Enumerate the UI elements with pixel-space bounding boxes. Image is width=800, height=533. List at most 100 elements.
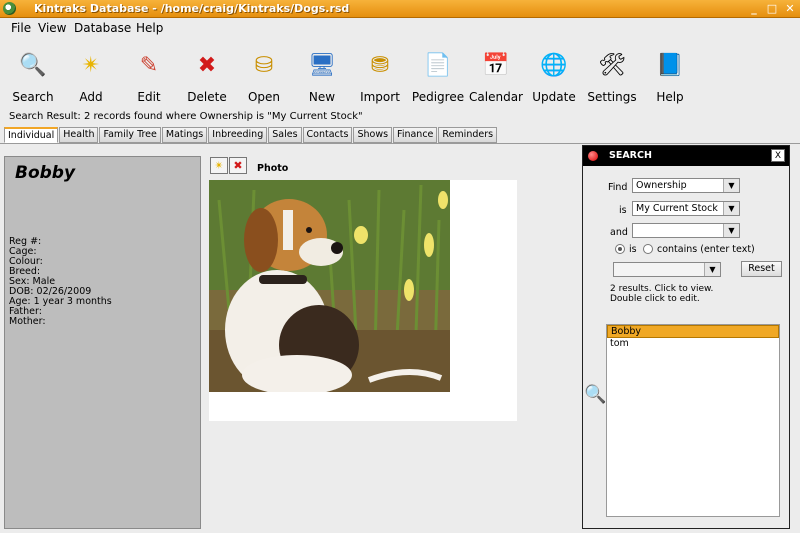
import-button[interactable]: ⛃ Import <box>351 50 409 105</box>
calendar-icon: 📅 <box>482 52 510 78</box>
results-hint: 2 results. Click to view. Double click t… <box>610 284 713 304</box>
radio-contains[interactable] <box>643 244 653 254</box>
find-label: Find <box>608 182 628 193</box>
chevron-down-icon: ▼ <box>723 179 739 192</box>
tab-sales[interactable]: Sales <box>268 127 302 143</box>
pedigree-label: Pedigree <box>411 90 465 104</box>
radio-is[interactable] <box>615 244 625 254</box>
results-hint-line2: Double click to edit. <box>610 294 700 304</box>
chevron-down-icon: ▼ <box>723 202 739 215</box>
menu-file[interactable]: File <box>11 21 31 35</box>
update-button[interactable]: 🌐 Update <box>525 50 583 105</box>
sparkle-icon: ✴ <box>81 52 101 78</box>
menu-bar: File View Database Help <box>0 18 800 38</box>
tab-individual[interactable]: Individual <box>4 127 59 143</box>
settings-label: Settings <box>587 90 637 104</box>
import-coins-icon: ⛃ <box>370 52 390 78</box>
find-field-select[interactable]: Ownership ▼ <box>632 178 740 193</box>
help-button[interactable]: 📘 Help <box>641 50 699 105</box>
calendar-label: Calendar <box>469 90 523 104</box>
delete-button[interactable]: ✖ Delete <box>178 50 236 105</box>
pedigree-button[interactable]: 📄 Pedigree <box>409 50 467 105</box>
record-fields: Reg #: Cage: Colour: Breed: Sex: Male DO… <box>9 237 112 327</box>
update-label: Update <box>532 90 576 104</box>
field-mother: Mother: <box>9 316 46 327</box>
coins-icon: ⛁ <box>254 52 274 78</box>
close-button[interactable]: ✕ <box>783 2 797 16</box>
window-title: Kintraks Database - /home/craig/Kintraks… <box>34 2 350 15</box>
pencil-icon: ✎ <box>139 52 159 78</box>
delete-photo-button[interactable]: ✖ <box>229 157 247 174</box>
globe-icon: 🌐 <box>540 52 568 78</box>
is-value-text: My Current Stock <box>636 203 718 214</box>
is-value-select[interactable]: My Current Stock ▼ <box>632 201 740 216</box>
value-select[interactable]: ▼ <box>613 262 721 277</box>
minimize-button[interactable]: _ <box>747 2 761 16</box>
menu-database[interactable]: Database <box>74 21 131 35</box>
add-button[interactable]: ✴ Add <box>62 50 120 105</box>
new-button[interactable]: 🖥 New <box>293 50 351 105</box>
add-photo-button[interactable]: ✴ <box>210 157 228 174</box>
tab-inbreeding[interactable]: Inbreeding <box>208 127 268 143</box>
tab-contacts[interactable]: Contacts <box>302 127 353 143</box>
search-result-status: Search Result: 2 records found where Own… <box>9 111 363 122</box>
list-item[interactable]: Bobby <box>607 325 779 338</box>
radio-is-label: is <box>629 244 637 255</box>
dog-photo <box>209 180 450 392</box>
photo-frame <box>209 180 517 421</box>
edit-button[interactable]: ✎ Edit <box>120 50 178 105</box>
results-hint-line1: 2 results. Click to view. <box>610 284 714 294</box>
search-button[interactable]: 🔍 Search <box>4 50 62 105</box>
tab-divider <box>0 143 800 144</box>
find-field-value: Ownership <box>636 180 687 191</box>
search-label: Search <box>12 90 54 104</box>
calendar-button[interactable]: 📅 Calendar <box>467 50 525 105</box>
delete-label: Delete <box>187 90 227 104</box>
search-panel-title: SEARCH <box>609 150 652 161</box>
maximize-button[interactable]: □ <box>765 2 779 16</box>
toolbar: 🔍 Search ✴ Add ✎ Edit ✖ Delete ⛁ Open 🖥 … <box>0 40 800 106</box>
help-book-icon: 📘 <box>656 52 684 78</box>
edit-label: Edit <box>137 90 161 104</box>
is-label: is <box>619 205 627 216</box>
new-label: New <box>308 90 336 104</box>
settings-button[interactable]: 🛠 Settings <box>583 50 641 105</box>
search-panel: SEARCH X Find Ownership ▼ is My Current … <box>582 145 790 529</box>
tab-bar: Individual Health Family Tree Matings In… <box>4 127 498 143</box>
open-label: Open <box>247 90 281 104</box>
and-label: and <box>610 227 628 238</box>
app-icon <box>3 2 16 15</box>
tab-shows[interactable]: Shows <box>353 127 393 143</box>
reset-button[interactable]: Reset <box>741 261 782 277</box>
search-results-list: Bobby tom <box>606 324 780 517</box>
computer-icon: 🖥 <box>308 52 336 78</box>
tab-reminders[interactable]: Reminders <box>438 127 498 143</box>
magnifier-icon: 🔍 <box>19 52 47 78</box>
menu-help[interactable]: Help <box>136 21 163 35</box>
menu-view[interactable]: View <box>38 21 66 35</box>
and-field-select[interactable]: ▼ <box>632 223 740 238</box>
record-icon <box>588 151 598 161</box>
chevron-down-icon: ▼ <box>704 263 720 276</box>
import-label: Import <box>360 90 400 104</box>
tab-health[interactable]: Health <box>59 127 99 143</box>
search-panel-header: SEARCH X <box>583 146 789 166</box>
help-label: Help <box>656 90 684 104</box>
radio-contains-label: contains (enter text) <box>657 244 755 255</box>
record-name: Bobby <box>15 163 76 183</box>
title-bar: Kintraks Database - /home/craig/Kintraks… <box>0 0 800 18</box>
close-search-button[interactable]: X <box>771 149 785 162</box>
list-item[interactable]: tom <box>607 338 779 351</box>
search-toggle-icon[interactable]: 🔍 <box>584 384 606 405</box>
tools-icon: 🛠 <box>598 52 626 78</box>
tab-family-tree[interactable]: Family Tree <box>99 127 161 143</box>
add-label: Add <box>79 90 103 104</box>
tab-matings[interactable]: Matings <box>161 127 208 143</box>
open-button[interactable]: ⛁ Open <box>235 50 293 105</box>
chevron-down-icon: ▼ <box>723 224 739 237</box>
tab-finance[interactable]: Finance <box>393 127 438 143</box>
document-icon: 📄 <box>424 52 452 78</box>
photo-label: Photo <box>257 163 289 174</box>
record-info-panel: Bobby Reg #: Cage: Colour: Breed: Sex: M… <box>4 156 201 529</box>
red-x-icon: ✖ <box>197 52 217 78</box>
